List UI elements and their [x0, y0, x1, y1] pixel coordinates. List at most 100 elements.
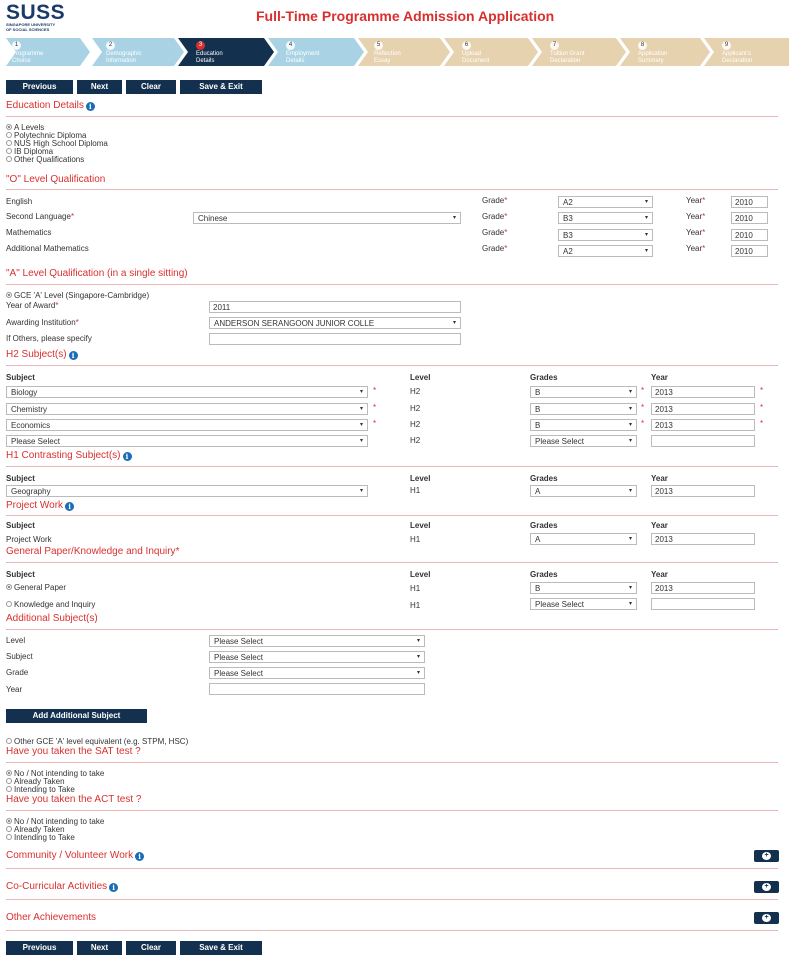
info-icon[interactable]: i: [68, 351, 78, 360]
ki-year-input[interactable]: [651, 598, 755, 610]
project-work-year-input[interactable]: 2013: [651, 533, 755, 545]
subject-label: Subject: [6, 652, 33, 661]
radio-knowledge-and-inquiry[interactable]: Knowledge and Inquiry: [6, 601, 95, 609]
act-heading: Have you taken the ACT test ?: [6, 794, 142, 805]
required-marker: *: [373, 419, 377, 428]
step-education-details[interactable]: 3 Education Details: [178, 38, 274, 66]
chevron-down-icon: ▾: [628, 406, 632, 412]
level-value: H1: [410, 601, 421, 610]
year-of-award-label: Year of Award*: [6, 301, 59, 310]
h2-grade-select[interactable]: B ▾: [530, 403, 637, 415]
h2-year-input[interactable]: [651, 435, 755, 447]
info-icon[interactable]: i: [135, 852, 145, 861]
h2-grade-select[interactable]: Please Select ▾: [530, 435, 637, 447]
info-icon[interactable]: i: [122, 452, 132, 461]
h2-subject-select[interactable]: Biology ▾: [6, 386, 368, 398]
add-community-button[interactable]: +: [754, 850, 779, 862]
step-application-summary[interactable]: 8 Application Summary: [620, 38, 710, 66]
previous-button-bottom[interactable]: Previous: [6, 941, 73, 955]
h2-subject-select[interactable]: Please Select ▾: [6, 435, 368, 447]
radio-sat-intending[interactable]: Intending to Take: [6, 786, 75, 794]
level-label: Level: [6, 636, 26, 645]
others-specify-label: If Others, please specify: [6, 334, 92, 343]
radio-other-gce-equivalent[interactable]: Other GCE 'A' level equivalent (e.g. STP…: [6, 738, 188, 746]
radio-checked-icon: [6, 770, 12, 776]
divider: [6, 116, 778, 117]
o-level-second-language-grade-select[interactable]: B3 ▾: [558, 212, 653, 224]
others-specify-input[interactable]: [209, 333, 461, 345]
add-achievement-button[interactable]: +: [754, 912, 779, 924]
h1-year-input[interactable]: 2013: [651, 485, 755, 497]
step-programme-choice[interactable]: 1 Programme Choice: [6, 38, 90, 66]
o-level-english-grade-select[interactable]: A2 ▾: [558, 196, 653, 208]
step-reflection-essay[interactable]: 5 Reflection Essay: [358, 38, 450, 66]
save-exit-button[interactable]: Save & Exit: [180, 80, 262, 94]
h1-subject-select[interactable]: Geography ▾: [6, 485, 368, 497]
additional-year-input[interactable]: [209, 683, 425, 695]
h2-year-input[interactable]: 2013: [651, 419, 755, 431]
o-level-mathematics-grade-select[interactable]: B3 ▾: [558, 229, 653, 241]
h2-grade-select[interactable]: B ▾: [530, 419, 637, 431]
clear-button[interactable]: Clear: [126, 80, 176, 94]
required-marker: *: [373, 403, 377, 412]
o-level-mathematics-year-input[interactable]: 2010: [731, 229, 768, 241]
o-level-add-math-year-input[interactable]: 2010: [731, 245, 768, 257]
info-icon[interactable]: i: [85, 102, 95, 111]
h2-grade-select[interactable]: B ▾: [530, 386, 637, 398]
radio-act-intending[interactable]: Intending to Take: [6, 834, 75, 842]
awarding-institution-label: Awarding Institution*: [6, 318, 79, 327]
level-value: H2: [410, 436, 421, 445]
h2-subject-select[interactable]: Chemistry ▾: [6, 403, 368, 415]
education-details-heading: Education Details i: [6, 100, 95, 111]
previous-button[interactable]: Previous: [6, 80, 73, 94]
project-work-grade-select[interactable]: A ▾: [530, 533, 637, 545]
add-cca-button[interactable]: +: [754, 881, 779, 893]
step-upload-document[interactable]: 6 Upload Document: [444, 38, 538, 66]
level-value: H2: [410, 404, 421, 413]
add-additional-subject-button[interactable]: Add Additional Subject: [6, 709, 147, 723]
clear-button-bottom[interactable]: Clear: [126, 941, 176, 955]
general-paper-year-input[interactable]: 2013: [651, 582, 755, 594]
info-icon[interactable]: i: [65, 502, 75, 511]
o-level-add-math-grade-select[interactable]: A2 ▾: [558, 245, 653, 257]
radio-icon: [6, 834, 12, 840]
additional-grade-select[interactable]: Please Select ▾: [209, 667, 425, 679]
grade-label: Grade*: [482, 228, 508, 237]
h1-grade-select[interactable]: A ▾: [530, 485, 637, 497]
o-level-second-language-year-input[interactable]: 2010: [731, 212, 768, 224]
step-employment-details[interactable]: 4 Employment Details: [268, 38, 364, 66]
h2-subject-select[interactable]: Economics ▾: [6, 419, 368, 431]
chevron-down-icon: ▾: [359, 438, 363, 444]
step-tuition-grant-declaration[interactable]: 7 Tuition Grant Declaration: [532, 38, 626, 66]
required-marker: *: [760, 403, 764, 412]
chevron-down-icon: ▾: [644, 199, 648, 205]
year-of-award-input[interactable]: 2011: [209, 301, 461, 313]
step-demographic-information[interactable]: 2 Demographic Information: [92, 38, 184, 66]
next-button-bottom[interactable]: Next: [77, 941, 122, 955]
year-column-header: Year: [651, 570, 668, 579]
subject-column-header: Subject: [6, 570, 35, 579]
ki-grade-select[interactable]: Please Select ▾: [530, 598, 637, 610]
second-language-select[interactable]: Chinese ▾: [193, 212, 461, 224]
required-marker: *: [373, 386, 377, 395]
info-icon[interactable]: i: [109, 883, 119, 892]
h1-contrasting-heading: H1 Contrasting Subject(s) i: [6, 450, 132, 461]
next-button[interactable]: Next: [77, 80, 122, 94]
o-level-english-year-input[interactable]: 2010: [731, 196, 768, 208]
chevron-down-icon: ▾: [628, 488, 632, 494]
radio-other-qualifications[interactable]: Other Qualifications: [6, 156, 84, 164]
additional-level-select[interactable]: Please Select ▾: [209, 635, 425, 647]
radio-general-paper[interactable]: General Paper: [6, 584, 66, 592]
h2-year-input[interactable]: 2013: [651, 386, 755, 398]
divider: [6, 810, 778, 811]
awarding-institution-select[interactable]: ANDERSON SERANGOON JUNIOR COLLE ▾: [209, 317, 461, 329]
general-paper-grade-select[interactable]: B ▾: [530, 582, 637, 594]
year-column-header: Year: [651, 474, 668, 483]
save-exit-button-bottom[interactable]: Save & Exit: [180, 941, 262, 955]
radio-icon: [6, 786, 12, 792]
subject-column-header: Subject: [6, 373, 35, 382]
additional-subject-select[interactable]: Please Select ▾: [209, 651, 425, 663]
step-applicants-declaration[interactable]: 9 Applicant's Declaration: [704, 38, 789, 66]
h2-year-input[interactable]: 2013: [651, 403, 755, 415]
radio-gce-a-level[interactable]: GCE 'A' Level (Singapore-Cambridge): [6, 292, 149, 300]
